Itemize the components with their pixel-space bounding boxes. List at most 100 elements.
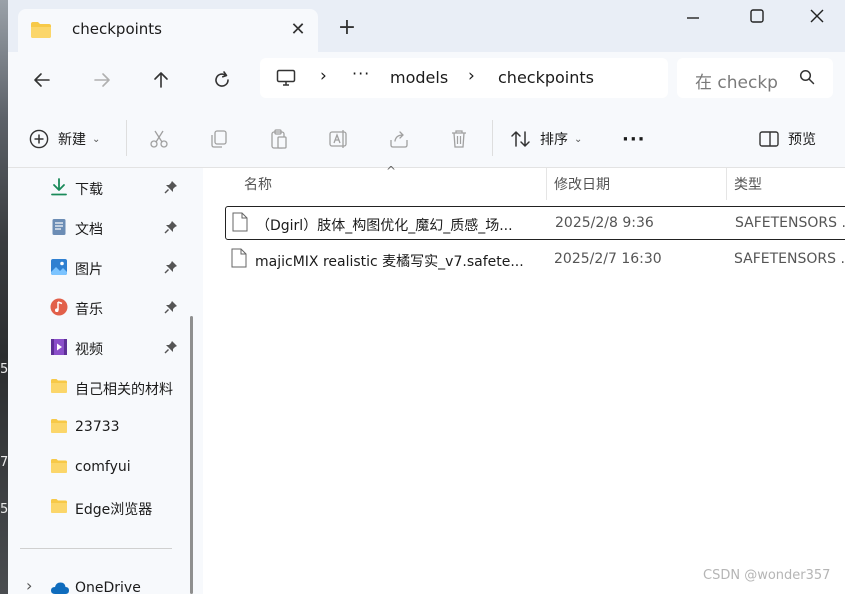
preview-button-label: 预览 [788, 132, 816, 148]
share-icon [390, 131, 408, 148]
desktop-strip-text: 5 [0, 502, 8, 517]
sort-icon [511, 131, 530, 147]
sort-ascending-indicator: ^ [386, 164, 397, 178]
picture-icon [50, 258, 68, 276]
sort-button-label: 排序 [540, 132, 568, 148]
file-name: majicMIX realistic 麦橘写实_v7.safete... [255, 254, 524, 270]
file-list: ^ 名称 修改日期 类型 （Dgirl）肢体_构图优化_魔幻_质感_场... 2… [203, 164, 845, 594]
cloud-icon [50, 580, 69, 594]
file-name: （Dgirl）肢体_构图优化_魔幻_质感_场... [256, 218, 513, 234]
tab-checkpoints[interactable]: checkpoints ✕ [18, 9, 318, 52]
pin-icon [164, 179, 178, 194]
desktop-strip-text: 7 [0, 455, 8, 470]
divider [126, 120, 127, 156]
sidebar-item-label: 图片 [75, 262, 103, 278]
new-tab-button[interactable]: + [334, 15, 360, 40]
pin-icon [164, 259, 178, 274]
file-explorer-window: checkpoints ✕ + › ··· models › checkpoin… [8, 0, 845, 594]
breadcrumb-models[interactable]: models [390, 68, 448, 87]
breadcrumb-overflow[interactable]: ··· [352, 64, 370, 83]
tab-title: checkpoints [72, 20, 162, 38]
divider [492, 120, 493, 156]
computer-icon[interactable] [276, 69, 296, 91]
column-divider[interactable] [546, 168, 547, 200]
sidebar-item-label: 自己相关的材料 [75, 382, 173, 398]
address-bar[interactable]: › ··· models › checkpoints [260, 58, 668, 98]
clipboard-icon [271, 129, 287, 149]
share-button[interactable] [388, 124, 410, 154]
forward-button[interactable] [88, 66, 116, 94]
sidebar-item-label: Edge浏览器 [75, 502, 153, 518]
table-row[interactable]: （Dgirl）肢体_构图优化_魔幻_质感_场... 2025/2/8 9:36 … [225, 206, 845, 240]
sidebar-item-comfyui[interactable]: comfyui [8, 450, 188, 484]
sidebar-item-videos[interactable]: 视频 [8, 330, 188, 364]
chevron-down-icon: ⌄ [574, 133, 583, 145]
document-icon [50, 218, 68, 236]
rename-button[interactable] [328, 124, 350, 154]
close-tab-button[interactable]: ✕ [288, 19, 308, 40]
pin-icon [164, 299, 178, 314]
more-options-button[interactable]: ··· [622, 124, 646, 154]
sidebar-item-downloads[interactable]: 下载 [8, 170, 188, 204]
folder-icon [50, 378, 68, 396]
new-button[interactable]: 新建 ⌄ [28, 124, 100, 154]
back-button[interactable] [28, 66, 56, 94]
table-row[interactable]: majicMIX realistic 麦橘写实_v7.safete... 202… [225, 243, 845, 277]
file-icon [231, 248, 247, 272]
watermark: CSDN @wonder357 [703, 568, 831, 583]
refresh-button[interactable] [208, 66, 236, 94]
breadcrumb-separator[interactable]: › [320, 66, 327, 86]
new-button-label: 新建 [58, 132, 86, 148]
desktop-strip-text: 5 [0, 362, 8, 377]
sidebar-scrollbar[interactable] [190, 316, 193, 594]
up-button[interactable] [147, 66, 175, 94]
arrow-left-icon [34, 73, 50, 87]
cut-button[interactable] [148, 124, 170, 154]
rename-icon [329, 130, 347, 148]
chevron-right-icon[interactable]: › [26, 576, 32, 594]
copy-icon [211, 130, 227, 148]
title-bar: checkpoints ✕ + [8, 0, 845, 52]
preview-button[interactable]: 预览 [758, 124, 816, 154]
breadcrumb-separator[interactable]: › [468, 66, 475, 86]
navigation-bar: › ··· models › checkpoints 在 checkpoints… [8, 52, 845, 108]
trash-icon [452, 130, 466, 148]
sidebar-item-label: 音乐 [75, 302, 103, 318]
pin-icon [164, 339, 178, 354]
breadcrumb-checkpoints[interactable]: checkpoints [498, 68, 594, 87]
search-icon [799, 69, 815, 89]
search-input[interactable]: 在 checkpoints 中搜索 [695, 68, 779, 93]
column-header-type[interactable]: 类型 [734, 174, 762, 194]
column-header-name[interactable]: 名称 [244, 174, 272, 194]
folder-icon [30, 21, 52, 43]
sidebar-item-onedrive[interactable]: › OneDrive [8, 570, 188, 594]
sidebar-item-label: 下载 [75, 182, 103, 198]
delete-button[interactable] [448, 124, 470, 154]
minimize-button[interactable] [678, 4, 708, 28]
scissors-icon [150, 130, 168, 148]
plus-circle-icon [29, 129, 49, 149]
folder-icon [50, 458, 68, 476]
copy-button[interactable] [208, 124, 230, 154]
sidebar-item-documents[interactable]: 文档 [8, 210, 188, 244]
sort-button[interactable]: 排序 ⌄ [510, 124, 582, 154]
search-box[interactable]: 在 checkpoints 中搜索 [677, 58, 833, 98]
column-header-modified[interactable]: 修改日期 [554, 174, 610, 194]
sidebar-item-23733[interactable]: 23733 [8, 410, 188, 444]
sidebar-item-pictures[interactable]: 图片 [8, 250, 188, 284]
close-window-button[interactable] [802, 4, 832, 28]
paste-button[interactable] [268, 124, 290, 154]
arrow-right-icon [94, 73, 110, 87]
column-divider[interactable] [726, 168, 727, 200]
chevron-down-icon: ⌄ [92, 133, 101, 145]
sidebar-item-edge-browser[interactable]: Edge浏览器 [8, 490, 188, 524]
arrow-up-icon [154, 72, 168, 88]
file-type: SAFETENSORS ... [734, 251, 845, 267]
sidebar-item-label: 视频 [75, 342, 103, 358]
maximize-button[interactable] [742, 4, 772, 28]
sidebar-item-music[interactable]: 音乐 [8, 290, 188, 324]
command-bar: 新建 ⌄ 排序 ⌄ ··· 预览 [8, 108, 845, 168]
sidebar-item-own-materials[interactable]: 自己相关的材料 [8, 370, 188, 404]
sidebar-item-label: comfyui [75, 459, 131, 475]
video-icon [50, 338, 68, 356]
